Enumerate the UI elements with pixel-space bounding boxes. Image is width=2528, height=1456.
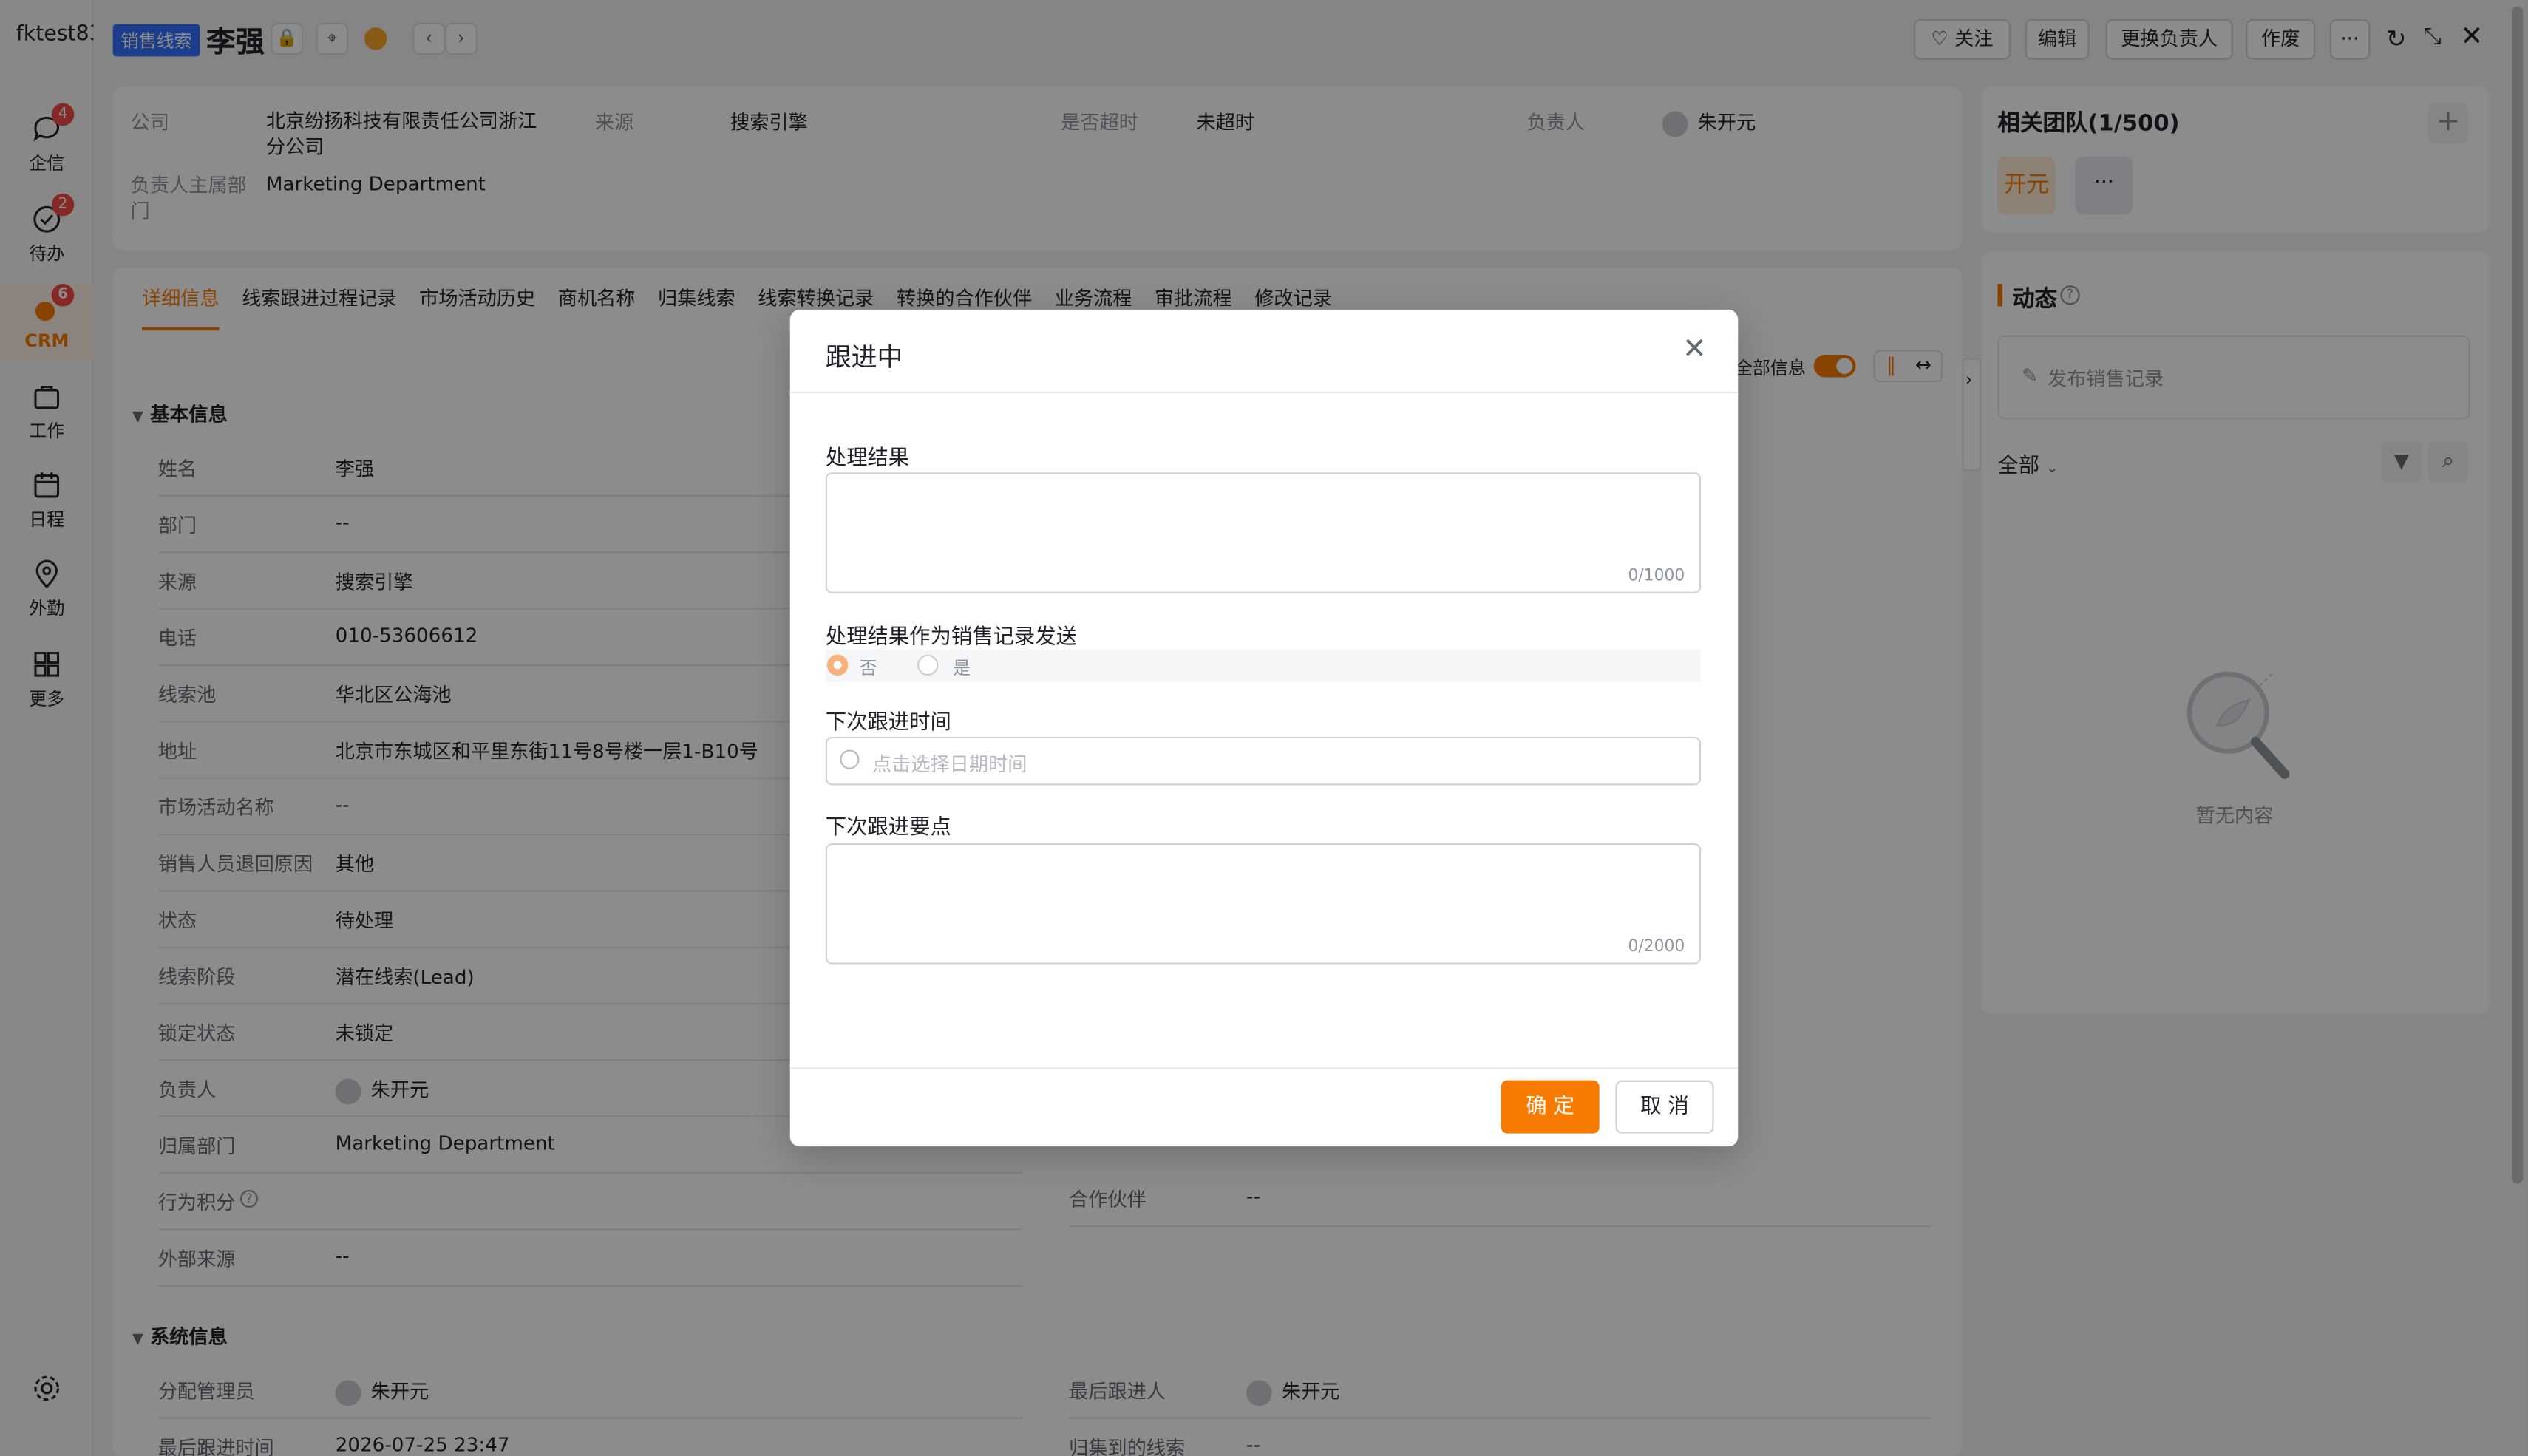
next-point-textarea[interactable]: 0/2000	[825, 843, 1702, 965]
radio-yes-label: 是	[953, 658, 971, 679]
send-as-record-radio-group: 否 是	[825, 650, 1702, 682]
send-as-record-label: 处理结果作为销售记录发送	[825, 625, 1078, 650]
cancel-button[interactable]: 取 消	[1615, 1080, 1714, 1134]
next-point-char-count: 0/2000	[1628, 938, 1685, 956]
result-char-count: 0/1000	[1628, 567, 1685, 585]
modal-title: 跟进中	[825, 341, 903, 372]
radio-yes[interactable]	[917, 654, 939, 676]
close-icon[interactable]: ✕	[1676, 332, 1712, 367]
radio-no[interactable]	[826, 654, 849, 676]
follow-up-modal: 跟进中 ✕ 处理结果 0/1000 处理结果作为销售记录发送 否 是 下次跟进时…	[789, 309, 1739, 1147]
next-point-label: 下次跟进要点	[825, 815, 951, 840]
result-label: 处理结果	[825, 446, 910, 472]
modal-header: 跟进中 ✕	[789, 310, 1739, 394]
footer-divider	[789, 1067, 1739, 1069]
next-time-picker[interactable]: 点击选择日期时间	[825, 737, 1702, 786]
confirm-button[interactable]: 确 定	[1501, 1080, 1600, 1134]
clock-icon	[840, 749, 860, 769]
next-time-label: 下次跟进时间	[825, 711, 951, 735]
radio-no-label: 否	[859, 658, 877, 679]
next-time-placeholder: 点击选择日期时间	[871, 752, 1027, 776]
result-textarea[interactable]: 0/1000	[825, 472, 1702, 593]
